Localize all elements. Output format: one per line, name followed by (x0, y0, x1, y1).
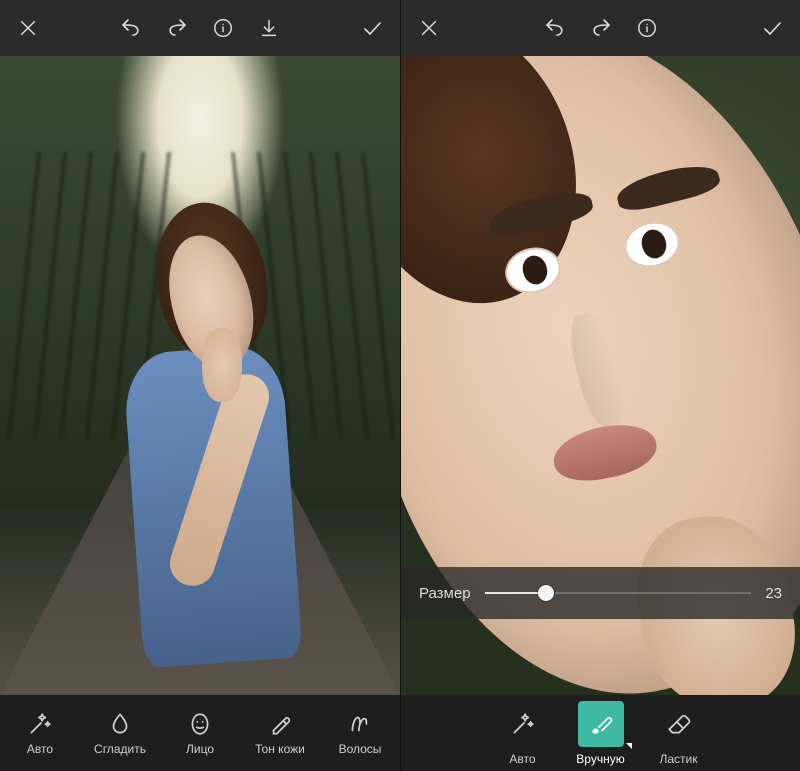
tool-label: Авто (509, 753, 535, 765)
tool-label: Вручную (576, 753, 624, 765)
tool-eraser[interactable]: Ластик (642, 695, 716, 771)
info-button[interactable] (201, 6, 245, 50)
close-button[interactable] (407, 6, 451, 50)
accept-button[interactable] (750, 6, 794, 50)
tool-label: Сгладить (94, 743, 146, 755)
tool-smooth[interactable]: Сгладить (80, 695, 160, 771)
tool-label: Волосы (339, 743, 382, 755)
redo-button[interactable] (579, 6, 623, 50)
top-toolbar (0, 0, 400, 56)
submenu-indicator-icon (626, 743, 632, 749)
tool-label: Лицо (186, 743, 214, 755)
editor-pane-left: Авто Сгладить Лицо Тон кожи Волосы (0, 0, 400, 771)
slider-value: 23 (765, 585, 782, 602)
slider-label: Размер (419, 585, 471, 602)
download-icon (258, 17, 280, 39)
magic-wand-icon (27, 711, 53, 737)
undo-button[interactable] (109, 6, 153, 50)
drop-icon (107, 711, 133, 737)
redo-icon (165, 16, 189, 40)
tool-auto[interactable]: Авто (0, 695, 80, 771)
eraser-icon (666, 711, 692, 737)
brush-icon (588, 711, 614, 737)
check-icon (360, 16, 384, 40)
check-icon (760, 16, 784, 40)
tool-hair[interactable]: Волосы (320, 695, 400, 771)
brush-size-slider[interactable] (485, 592, 752, 594)
redo-button[interactable] (155, 6, 199, 50)
redo-icon (589, 16, 613, 40)
bottom-toolbar: Авто Вручную Ластик (401, 695, 800, 771)
close-button[interactable] (6, 6, 50, 50)
magic-wand-icon (510, 711, 536, 737)
tool-label: Тон кожи (255, 743, 305, 755)
photo-canvas[interactable] (0, 56, 400, 695)
tool-face[interactable]: Лицо (160, 695, 240, 771)
info-icon (212, 17, 234, 39)
editor-pane-right: Размер 23 Авто Вручную Ластик (400, 0, 800, 771)
download-button[interactable] (247, 6, 291, 50)
tool-skin-tone[interactable]: Тон кожи (240, 695, 320, 771)
info-button[interactable] (625, 6, 669, 50)
bottom-toolbar: Авто Сгладить Лицо Тон кожи Волосы (0, 695, 400, 771)
skin-tone-icon (267, 711, 293, 737)
hair-icon (346, 711, 374, 737)
tool-manual[interactable]: Вручную (564, 695, 638, 771)
info-icon (636, 17, 658, 39)
tool-label: Авто (27, 743, 53, 755)
tool-auto[interactable]: Авто (486, 695, 560, 771)
tool-label: Ластик (660, 753, 698, 765)
brush-size-bar: Размер 23 (401, 567, 800, 619)
close-icon (17, 17, 39, 39)
photo-canvas[interactable]: Размер 23 (401, 56, 800, 695)
accept-button[interactable] (350, 6, 394, 50)
face-icon (187, 711, 213, 737)
undo-icon (119, 16, 143, 40)
undo-button[interactable] (533, 6, 577, 50)
undo-icon (543, 16, 567, 40)
close-icon (418, 17, 440, 39)
top-toolbar (401, 0, 800, 56)
